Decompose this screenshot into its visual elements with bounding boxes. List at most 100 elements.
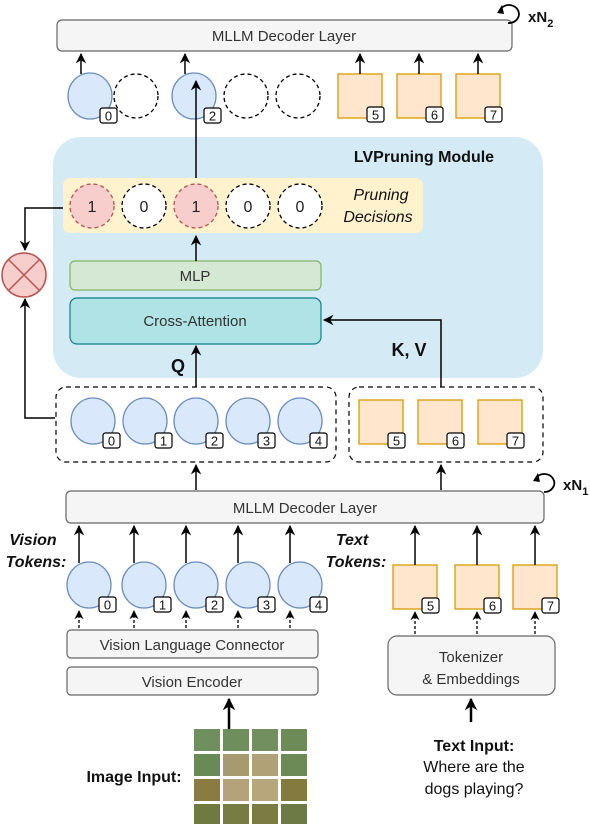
decision-value: 0 [296,199,305,216]
token-index-badge: 0 [98,596,117,613]
svg-text:xN2: xN2 [528,9,553,30]
token-index-label: 6 [452,434,459,449]
token-index-label: 7 [512,434,519,449]
token-index-label: 6 [431,108,438,123]
token-index-label: 4 [315,434,322,449]
decision-value: 0 [140,199,149,216]
bottom-decoder-label: MLLM Decoder Layer [233,500,377,517]
vision-token: 4 [277,397,328,449]
vision-token: 3 [225,561,276,613]
module-title: LVPruning Module [354,149,494,166]
token-index-badge: 1 [154,432,173,449]
token-index-label: 3 [263,434,270,449]
decision-drop: 0 [225,183,271,229]
kv-label: K, V [391,340,426,360]
image-patch [281,779,307,801]
input-token-row: 0 1 2 3 4 5 6 7 [66,524,560,634]
vision-token: 0 [66,561,117,613]
token-index-badge: 4 [309,596,328,613]
token-index-label: 6 [489,599,496,614]
text-tokens-label-line2: Tokens: [326,554,387,571]
image-patch [194,754,220,776]
vision-encoder-label: Vision Encoder [142,674,243,691]
text-token: 6 [417,399,465,449]
svg-text:xN1: xN1 [563,477,588,498]
token-index-badge: 2 [205,596,224,613]
token-index-label: 5 [427,599,434,614]
token-index-badge: 5 [421,597,440,614]
vision-token: 1 [122,397,173,449]
cross-attention-label: Cross-Attention [143,313,246,330]
token-index-label: 7 [547,599,554,614]
text-token: 6 [396,73,444,123]
image-patch [252,754,278,776]
image-patch [281,754,307,776]
decision-value: 0 [244,199,253,216]
image-input-patches [194,729,307,824]
text-token: 5 [392,564,440,614]
decision-drop: 0 [277,183,323,229]
token-index-badge: 3 [257,596,276,613]
arrow-tokens-to-multiply [19,297,55,419]
token-index-badge: 2 [205,432,224,449]
pruned-token-row: 0 2 5 6 7 [67,52,503,124]
q-label: Q [171,356,185,376]
token-index-badge: 0 [102,432,121,449]
vision-token: 2 [173,397,224,449]
token-index-label: 5 [372,108,379,123]
text-token: 6 [454,564,502,614]
token-index-label: 1 [159,598,166,613]
pruned-vision-token [223,73,269,119]
token-index-label: 5 [393,434,400,449]
image-patch [252,779,278,801]
decision-keep: 1 [69,183,115,229]
token-index-label: 7 [490,108,497,123]
image-patch [252,804,278,824]
token-index-label: 0 [104,598,111,613]
text-token: 7 [455,73,503,123]
token-index-badge: 5 [366,106,385,123]
top-decoder-layer: MLLM Decoder Layer [56,19,513,52]
decision-value: 1 [192,199,201,216]
token-index-badge: 0 [99,107,118,124]
token-index-badge: 1 [153,596,172,613]
image-input-label: Image Input: [86,769,181,786]
image-patch [223,729,249,751]
bottom-decoder-layer: MLLM Decoder Layer [65,490,545,524]
token-index-badge: 5 [387,432,406,449]
image-patch [252,729,278,751]
image-patch [223,779,249,801]
token-index-badge: 6 [446,432,465,449]
token-index-label: 3 [263,598,270,613]
decision-drop: 0 [121,183,167,229]
pruned-vision-token [113,73,159,119]
image-patch [281,804,307,824]
vision-token: 0 [67,72,118,124]
token-index-label: 4 [315,598,322,613]
token-index-label: 2 [209,109,216,124]
text-input-label: Text Input: [434,738,515,755]
token-index-label: 0 [108,434,115,449]
pruning-decisions-row: 1 0 1 0 0 [69,183,323,229]
decisions-label-line2: Decisions [343,209,412,226]
vision-token: 1 [121,561,172,613]
token-index-label: 1 [160,434,167,449]
decisions-label-line1: Pruning [353,187,408,204]
tokenizer-label-line2: & Embeddings [422,671,520,688]
vision-token: 3 [225,397,276,449]
token-index-badge: 6 [483,597,502,614]
image-patch [194,729,220,751]
top-repeat-sub: 2 [547,18,553,30]
text-token: 7 [512,564,560,614]
intermediate-token-row: 0 1 2 3 4 5 6 7 [70,397,525,449]
image-patch [281,729,307,751]
image-patch [223,804,249,824]
lvpruning-architecture-diagram: MLLM Decoder Layer xN2 0 2 5 6 7 LVPruning M… [1,4,588,824]
token-index-label: 2 [211,434,218,449]
token-index-badge: 7 [484,106,503,123]
tokenizer-label-line1: Tokenizer [439,649,503,666]
token-index-badge: 3 [257,432,276,449]
vision-token: 4 [277,561,328,613]
token-index-badge: 7 [506,432,525,449]
vision-encoder: Vision Encoder [66,666,319,696]
